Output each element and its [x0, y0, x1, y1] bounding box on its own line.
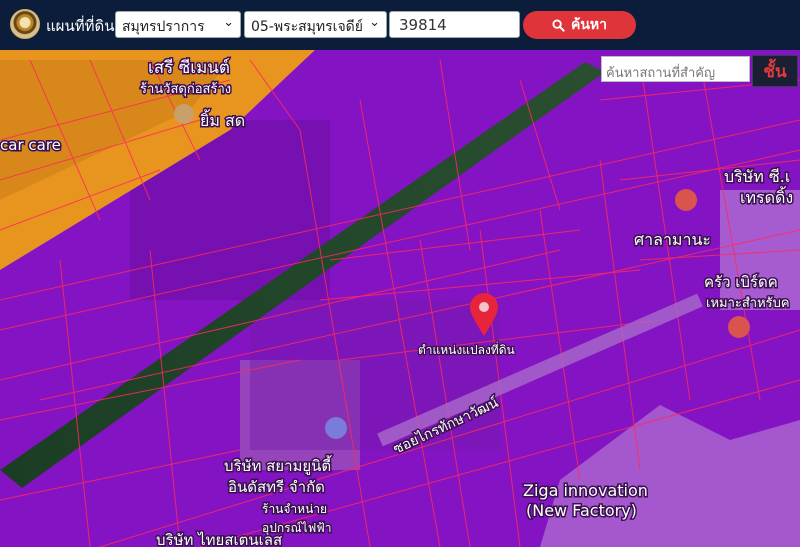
restaurant-icon	[675, 189, 697, 211]
app-title: แผนที่ที่ดิน	[46, 17, 115, 35]
store-icon	[325, 417, 347, 439]
search-button[interactable]: ค้นหา	[523, 11, 636, 39]
province-select[interactable]: สมุทรปราการ ⌄	[115, 11, 241, 38]
map-label-car-care: car care	[0, 136, 61, 154]
layer-button[interactable]: ชั้น	[752, 55, 798, 87]
restaurant-icon	[728, 316, 750, 338]
department-logo	[10, 9, 40, 39]
place-search-input[interactable]: ค้นหาสถานที่สำคัญ	[601, 56, 750, 82]
chevron-down-icon: ⌄	[223, 15, 234, 30]
shop-icon	[174, 104, 194, 124]
map-label-shop-sub: ร้านวัสดุก่อสร้าง	[140, 82, 231, 97]
map-canvas[interactable]: เสรี ซีเมนต์ ร้านวัสดุก่อสร้าง car care …	[0, 50, 800, 547]
map-label-krua-sub: เหมาะสำหรับค	[706, 296, 790, 311]
map-label-company: บริษัท ซี.เ	[724, 167, 790, 186]
map-label-ziga: Ziga innovation	[523, 481, 648, 500]
district-select[interactable]: 05-พระสมุทรเจดีย์ ⌄	[244, 11, 387, 38]
map-label-company-sub: เทรดดิ้ง	[740, 186, 793, 207]
chevron-down-icon: ⌄	[369, 15, 380, 30]
map-label-krua: ครัว เบิร์ดค	[704, 273, 778, 291]
map-view[interactable]: เสรี ซีเมนต์ ร้านวัสดุก่อสร้าง car care …	[0, 50, 800, 547]
parcel-number-input[interactable]: 39814	[389, 11, 520, 38]
tree-area	[250, 300, 500, 450]
map-label-bottom-company: บริษัท ไทยสเตนเลส	[156, 531, 282, 547]
search-icon	[552, 18, 565, 32]
marker-label: ตำแหน่งแปลงที่ดิน	[418, 341, 515, 357]
building-roof	[720, 190, 800, 310]
map-label-siam-sub1: ร้านจำหน่าย	[262, 502, 327, 516]
map-label-siam-company2: อินดัสทรี จำกัด	[228, 478, 325, 496]
province-select-value: สมุทรปราการ	[122, 19, 205, 35]
district-select-value: 05-พระสมุทรเจดีย์	[251, 19, 363, 35]
map-label-yim-sod: ยิ้ม สด	[200, 109, 245, 130]
top-bar: แผนที่ที่ดิน สมุทรปราการ ⌄ 05-พระสมุทรเจ…	[0, 0, 800, 50]
map-label-siam-company: บริษัท สยามยูนิตี้	[224, 455, 332, 475]
search-button-label: ค้นหา	[570, 17, 608, 33]
map-label-sala: ศาลามานะ	[634, 230, 711, 249]
map-label-shop: เสรี ซีเมนต์	[148, 58, 230, 78]
map-label-ziga2: (New Factory)	[526, 501, 637, 520]
